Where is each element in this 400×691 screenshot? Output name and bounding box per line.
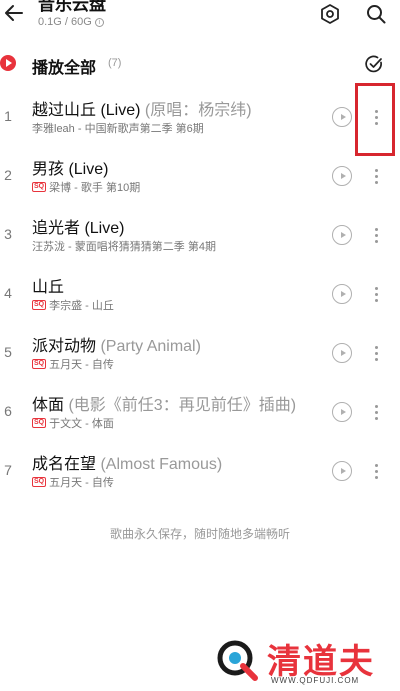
more-vertical-icon[interactable] xyxy=(367,400,385,424)
play-circle-outline-icon[interactable] xyxy=(332,402,352,422)
song-name: 追光者 (Live) xyxy=(32,220,125,237)
song-meta: SQ 李宗盛 - 山丘 xyxy=(32,297,114,313)
song-index: 5 xyxy=(4,344,12,360)
watermark: 清道夫 WWW.QDFUJI.COM xyxy=(215,632,395,687)
song-index: 3 xyxy=(4,226,12,242)
arrow-left-icon xyxy=(5,5,23,21)
play-circle-outline-icon[interactable] xyxy=(332,225,352,245)
page-title: 音乐云盘 xyxy=(38,0,106,14)
multiselect-button[interactable] xyxy=(362,52,386,76)
song-title-extra: (Party Animal) xyxy=(96,338,201,355)
song-name: 体面 xyxy=(32,397,65,414)
song-artist-album: 李宗盛 - 山丘 xyxy=(49,300,114,312)
storage-usage: 0.1G / 60G i xyxy=(38,16,104,28)
play-all-bar[interactable]: 播放全部 (7) xyxy=(0,48,400,82)
song-title: 体面 (电影《前任3：再见前任》插曲) xyxy=(32,391,296,415)
song-artist-album: 五月天 - 自传 xyxy=(49,477,114,489)
song-index: 6 xyxy=(4,403,12,419)
settings-button[interactable] xyxy=(318,2,342,26)
more-vertical-icon[interactable] xyxy=(367,105,385,129)
song-count: (7) xyxy=(108,57,122,69)
sq-badge: SQ xyxy=(32,477,47,487)
song-artist-album: 汪苏泷 - 蒙面唱将猜猜猜第二季 第4期 xyxy=(32,241,216,253)
song-name: 成名在望 xyxy=(32,456,97,473)
storage-text: 0.1G / 60G xyxy=(38,16,92,28)
song-index: 4 xyxy=(4,285,12,301)
more-vertical-icon[interactable] xyxy=(367,459,385,483)
more-vertical-icon[interactable] xyxy=(367,282,385,306)
more-vertical-icon[interactable] xyxy=(367,341,385,365)
search-button[interactable] xyxy=(364,2,388,26)
sq-badge: SQ xyxy=(32,418,47,428)
watermark-logo-icon xyxy=(217,640,258,681)
song-title: 男孩 (Live) xyxy=(32,155,108,179)
play-circle-icon[interactable] xyxy=(0,55,16,71)
song-title: 派对动物 (Party Animal) xyxy=(32,332,201,356)
more-vertical-icon[interactable] xyxy=(367,223,385,247)
song-row[interactable]: 1 越过山丘 (Live) (原唱：杨宗纬) 李雅leah - 中国新歌声第二季… xyxy=(0,90,400,148)
song-name: 男孩 (Live) xyxy=(32,161,109,178)
back-button[interactable] xyxy=(2,0,26,28)
search-icon xyxy=(367,5,386,24)
song-artist-album: 李雅leah - 中国新歌声第二季 第6期 xyxy=(32,123,204,135)
song-title-extra: (Almost Famous) xyxy=(96,456,223,473)
song-title-extra: (原唱：杨宗纬) xyxy=(140,102,252,119)
play-circle-outline-icon[interactable] xyxy=(332,284,352,304)
play-circle-outline-icon[interactable] xyxy=(332,343,352,363)
song-name: 越过山丘 (Live) xyxy=(32,102,141,119)
play-circle-outline-icon[interactable] xyxy=(332,461,352,481)
song-name: 山丘 xyxy=(32,279,65,296)
song-artist-album: 于文文 - 体面 xyxy=(49,418,114,430)
play-all-label[interactable]: 播放全部 xyxy=(32,54,96,78)
song-title: 山丘 xyxy=(32,273,64,297)
song-title-extra: (电影《前任3：再见前任》插曲) xyxy=(64,397,297,414)
play-circle-outline-icon[interactable] xyxy=(332,166,352,186)
song-meta: 李雅leah - 中国新歌声第二季 第6期 xyxy=(32,120,204,136)
gear-hexagon-icon xyxy=(321,4,339,24)
sq-badge: SQ xyxy=(32,359,47,369)
check-circle-icon xyxy=(365,55,382,73)
song-row[interactable]: 5 派对动物 (Party Animal) SQ 五月天 - 自传 xyxy=(0,326,400,384)
sq-badge: SQ xyxy=(32,182,47,192)
song-artist-album: 五月天 - 自传 xyxy=(49,359,114,371)
song-row[interactable]: 6 体面 (电影《前任3：再见前任》插曲) SQ 于文文 - 体面 xyxy=(0,385,400,443)
song-title: 越过山丘 (Live) (原唱：杨宗纬) xyxy=(32,96,252,120)
song-row[interactable]: 7 成名在望 (Almost Famous) SQ 五月天 - 自传 xyxy=(0,444,400,502)
song-artist-album: 梁博 - 歌手 第10期 xyxy=(49,182,141,194)
song-meta: SQ 于文文 - 体面 xyxy=(32,415,114,431)
song-row[interactable]: 4 山丘 SQ 李宗盛 - 山丘 xyxy=(0,267,400,325)
song-meta: SQ 五月天 - 自传 xyxy=(32,356,114,372)
sq-badge: SQ xyxy=(32,300,47,310)
song-meta: 汪苏泷 - 蒙面唱将猜猜猜第二季 第4期 xyxy=(32,238,216,254)
play-circle-outline-icon[interactable] xyxy=(332,107,352,127)
song-title: 追光者 (Live) xyxy=(32,214,124,238)
song-name: 派对动物 xyxy=(32,338,97,355)
watermark-url: WWW.QDFUJI.COM xyxy=(271,676,360,685)
song-index: 2 xyxy=(4,167,12,183)
song-row[interactable]: 3 追光者 (Live) 汪苏泷 - 蒙面唱将猜猜猜第二季 第4期 xyxy=(0,208,400,266)
top-bar: 音乐云盘 0.1G / 60G i xyxy=(0,0,400,40)
song-index: 1 xyxy=(4,108,12,124)
song-title: 成名在望 (Almost Famous) xyxy=(32,450,222,474)
song-meta: SQ 梁博 - 歌手 第10期 xyxy=(32,179,140,195)
song-index: 7 xyxy=(4,462,12,478)
song-meta: SQ 五月天 - 自传 xyxy=(32,474,114,490)
more-vertical-icon[interactable] xyxy=(367,164,385,188)
footer-note: 歌曲永久保存，随时随地多端畅听 xyxy=(109,527,290,541)
info-icon[interactable]: i xyxy=(94,17,104,27)
song-row[interactable]: 2 男孩 (Live) SQ 梁博 - 歌手 第10期 xyxy=(0,149,400,207)
